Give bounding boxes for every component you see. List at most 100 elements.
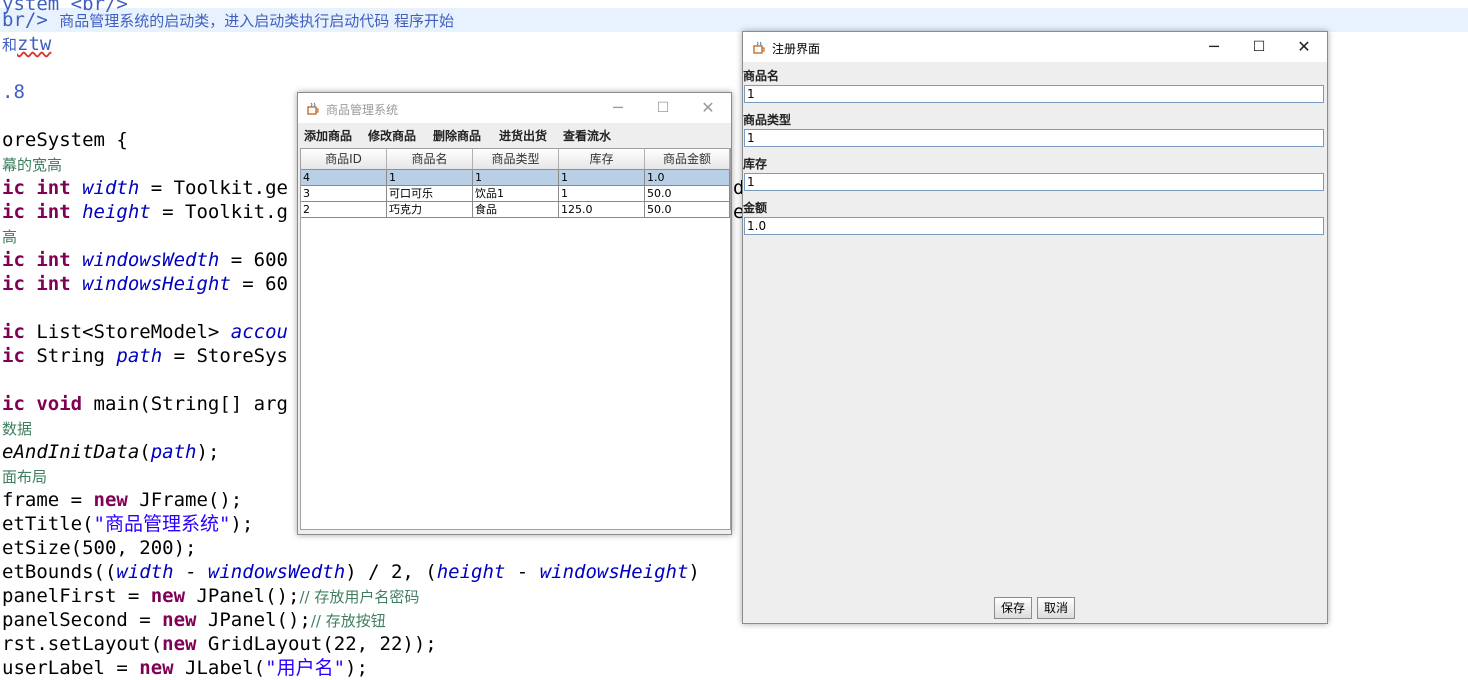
code-line: br/> 商品管理系统的启动类，进入启动类执行启动代码 程序开始 (2, 8, 454, 32)
store-titlebar[interactable]: 商品管理系统 ─ ☐ ✕ (298, 93, 731, 123)
code-token: frame = (2, 489, 94, 511)
code-token: // 存放用户名密码 (299, 588, 420, 606)
code-token: windowsHeight (82, 273, 231, 295)
cell-id[interactable]: 2 (301, 202, 387, 218)
code-token: ic int (2, 249, 83, 271)
menu-view-ledger[interactable]: 查看流水 (563, 127, 611, 144)
code-line: ic int height = Toolkit.g (2, 200, 288, 224)
code-token: JPanel(); (207, 609, 311, 631)
code-token: width (116, 561, 174, 583)
minimize-button[interactable]: ─ (595, 93, 641, 123)
cell-name[interactable]: 可口可乐 (387, 186, 473, 202)
code-token: ztw (17, 33, 52, 55)
code-token: 数据 (2, 420, 33, 438)
code-line: 面布局 (2, 464, 47, 488)
menu-stock-in-out[interactable]: 进货出货 (499, 127, 547, 144)
close-button[interactable]: ✕ (685, 93, 731, 123)
column-header-id[interactable]: 商品ID (301, 149, 387, 170)
code-token: path (116, 345, 163, 367)
cell-name[interactable]: 巧克力 (387, 202, 473, 218)
cell-stock[interactable]: 1 (559, 170, 645, 186)
maximize-button[interactable]: ☐ (640, 93, 686, 123)
stock-label: 库存 (743, 157, 768, 171)
code-token: JLabel( (185, 657, 266, 679)
code-token: ic int (2, 201, 83, 223)
code-token: windowsWedth (207, 561, 346, 583)
code-token: height (82, 201, 151, 223)
code-token: etSize(500, 200); (2, 537, 197, 559)
cell-amount[interactable]: 50.0 (645, 202, 730, 218)
menu-edit-product[interactable]: 修改商品 (368, 127, 416, 144)
code-line: 高 (2, 224, 17, 248)
code-token: windowsWedth (82, 249, 220, 271)
code-token: ); (230, 513, 254, 535)
column-header-stock[interactable]: 库存 (559, 149, 645, 170)
maximize-button[interactable]: ☐ (1236, 32, 1282, 62)
code-token: = StoreSys (162, 345, 289, 367)
code-token: path (150, 441, 197, 463)
cell-id[interactable]: 4 (301, 170, 387, 186)
register-window-title: 注册界面 (772, 42, 821, 56)
code-token: String (36, 345, 117, 367)
product-name-input[interactable] (744, 85, 1324, 103)
code-token: // 存放按钮 (310, 612, 386, 630)
table-row[interactable]: 3 可口可乐 饮品1 1 50.0 (301, 186, 730, 202)
code-token: oreSystem { (2, 129, 128, 151)
save-button[interactable]: 保存 (994, 597, 1032, 619)
code-token: ) (688, 561, 700, 583)
table-row[interactable]: 2 巧克力 食品 125.0 50.0 (301, 202, 730, 218)
code-token: = Toolkit.g (150, 201, 288, 223)
stock-input[interactable] (744, 173, 1324, 191)
column-header-type[interactable]: 商品类型 (473, 149, 559, 170)
code-token: new (139, 657, 186, 679)
cancel-button[interactable]: 取消 (1037, 597, 1075, 619)
code-token: List<StoreModel> (36, 321, 231, 343)
register-titlebar[interactable]: 注册界面 ─ ☐ ✕ (743, 32, 1327, 62)
code-token: ); (196, 441, 220, 463)
cell-id[interactable]: 3 (301, 186, 387, 202)
cell-type[interactable]: 饮品1 (473, 186, 559, 202)
code-token: "用户名" (265, 657, 346, 679)
code-line: etBounds((width - windowsWedth) / 2, (he… (2, 560, 700, 584)
cell-amount[interactable]: 50.0 (645, 186, 730, 202)
code-line: 幕的宽高 (2, 152, 62, 176)
close-button[interactable]: ✕ (1281, 32, 1327, 62)
code-token: width (82, 177, 140, 199)
code-line: panelFirst = new JPanel();// 存放用户名密码 (2, 584, 419, 608)
store-window[interactable]: 商品管理系统 ─ ☐ ✕ 添加商品 修改商品 删除商品 进货出货 查看流水 商品… (297, 92, 732, 535)
cell-type[interactable]: 食品 (473, 202, 559, 218)
code-line: ic int windowsHeight = 60 (2, 272, 288, 296)
menu-add-product[interactable]: 添加商品 (304, 127, 352, 144)
code-token: new (150, 585, 197, 607)
cell-stock[interactable]: 1 (559, 186, 645, 202)
store-menubar: 添加商品 修改商品 删除商品 进货出货 查看流水 (298, 123, 731, 147)
code-token: - (173, 561, 208, 583)
amount-input[interactable] (744, 217, 1324, 235)
cell-stock[interactable]: 125.0 (559, 202, 645, 218)
code-token: = 600 (219, 249, 288, 271)
code-line: userLabel = new JLabel("用户名"); (2, 656, 368, 680)
cell-type[interactable]: 1 (473, 170, 559, 186)
code-token: JPanel(); (196, 585, 300, 607)
code-line: ic List<StoreModel> accou (2, 320, 288, 344)
code-line: oreSystem { (2, 128, 128, 152)
product-name-label: 商品名 (743, 69, 780, 83)
code-token: ); (345, 657, 368, 679)
code-token: ic (2, 345, 37, 367)
code-token: ) / 2, ( (345, 561, 437, 583)
product-table[interactable]: 商品ID 商品名 商品类型 库存 商品金额 4 1 1 1 1.0 3 可口可乐 饮品1 1 50… (300, 148, 731, 530)
amount-label: 金额 (743, 201, 768, 215)
minimize-button[interactable]: ─ (1191, 32, 1237, 62)
column-header-name[interactable]: 商品名 (387, 149, 473, 170)
column-header-amount[interactable]: 商品金额 (645, 149, 730, 170)
java-cup-icon (752, 40, 766, 54)
cell-name[interactable]: 1 (387, 170, 473, 186)
code-token: 幕的宽高 (2, 156, 63, 174)
register-window[interactable]: 注册界面 ─ ☐ ✕ 商品名 商品类型 库存 金额 保存 取消 (742, 31, 1328, 624)
menu-delete-product[interactable]: 删除商品 (433, 127, 481, 144)
store-window-title: 商品管理系统 (326, 103, 399, 117)
code-token: height (436, 561, 506, 583)
table-row[interactable]: 4 1 1 1 1.0 (301, 170, 730, 186)
cell-amount[interactable]: 1.0 (645, 170, 730, 186)
product-type-input[interactable] (744, 129, 1324, 147)
